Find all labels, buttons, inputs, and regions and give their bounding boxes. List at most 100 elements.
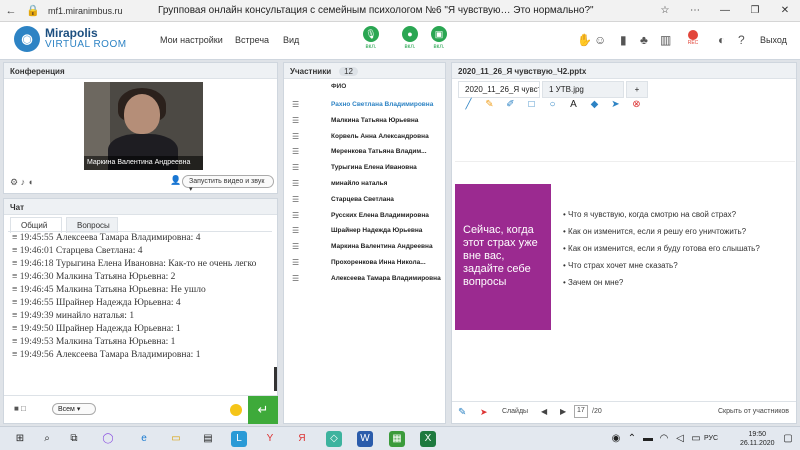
column-header-name[interactable]: ФИО <box>331 83 346 90</box>
app-icon[interactable]: ◇ <box>326 431 342 447</box>
lock-icon[interactable]: 🔒 <box>22 4 44 17</box>
menu-view[interactable]: Вид <box>283 35 299 45</box>
close-icon[interactable]: ✕ <box>770 5 800 16</box>
chat-message: ≡ 19:46:55 Шрайнер Надежда Юрьевна: 4 <box>12 298 181 308</box>
participant-row[interactable]: ☰ Алексеева Тамара Владимировна <box>284 271 445 287</box>
poll-icon[interactable]: ▮ <box>620 33 627 47</box>
exit-button[interactable]: Выход <box>760 35 787 45</box>
participant-row[interactable]: ☰ Маркина Валентина Андреевна <box>284 239 445 255</box>
back-icon[interactable]: ← <box>0 5 22 17</box>
menu-settings[interactable]: Мои настройки <box>160 35 223 45</box>
recipient-dropdown[interactable]: Всем ▾ <box>52 403 96 415</box>
pointer-icon[interactable]: ➤ <box>605 99 626 110</box>
yandex-browser-icon[interactable]: Y <box>262 431 278 447</box>
participant-row[interactable]: ☰ Рахно Светлана Владимировна <box>284 97 445 113</box>
page-input[interactable]: 17 <box>574 405 588 418</box>
rectangle-icon[interactable]: □ <box>521 99 542 110</box>
participant-row[interactable]: ☰ Русских Елена Владимировна <box>284 208 445 224</box>
store-icon[interactable]: ▤ <box>200 431 216 447</box>
minimize-icon[interactable]: — <box>710 5 740 16</box>
add-tab-button[interactable]: + <box>626 81 648 98</box>
text-color-icon[interactable]: ■ □ <box>14 404 26 413</box>
browser-bar: ← 🔒 mf1.miranimbus.ru Групповая онлайн к… <box>0 0 800 22</box>
clear-icon[interactable]: ⊗ <box>626 99 647 110</box>
sheets-icon[interactable]: ▦ <box>389 431 405 447</box>
participant-row[interactable]: ☰ Меренкова Татьяна Владим... <box>284 144 445 160</box>
screen-toggle[interactable]: ▣ вкл. <box>428 26 450 50</box>
tab-image[interactable]: 1 УТВ.jpg <box>542 81 624 98</box>
camera-settings-icon[interactable]: ⚙ <box>10 177 18 187</box>
wifi-icon[interactable]: ◠ <box>656 431 672 447</box>
participant-row[interactable]: ☰ Корвель Анна Александровна <box>284 129 445 145</box>
chat-title: Чат <box>4 199 277 215</box>
alice-icon[interactable]: ◯ <box>100 431 116 447</box>
keyboard-icon[interactable]: ▭ <box>688 431 704 447</box>
participant-row[interactable]: ☰ Шрайнер Надежда Юрьевна <box>284 223 445 239</box>
ellipse-icon[interactable]: ○ <box>542 99 563 110</box>
webcam-toggle[interactable]: ● вкл. <box>399 26 421 50</box>
pen-icon[interactable]: ╱ <box>458 99 479 110</box>
excel-icon[interactable]: X <box>420 431 436 447</box>
users-icon[interactable]: ♣ <box>640 33 648 47</box>
microphone-toggle[interactable]: 🎙 вкл. <box>360 26 382 50</box>
more-icon[interactable]: ⋯ <box>680 5 710 16</box>
laser-pointer-icon[interactable]: ➤ <box>480 407 488 418</box>
explorer-icon[interactable]: ▭ <box>168 431 184 447</box>
logo-line1: Mirapolis <box>45 26 98 40</box>
volume-icon[interactable]: ◁ <box>672 431 688 447</box>
send-button[interactable]: ↵ <box>248 396 278 424</box>
chat-scrollbar[interactable] <box>274 367 277 391</box>
prev-slide-icon[interactable]: ◀ <box>541 407 547 416</box>
raise-hand-icon[interactable]: ✋ <box>577 33 592 47</box>
menu-icon: ☰ <box>292 115 300 125</box>
language-indicator[interactable]: РУС <box>704 435 718 442</box>
yandex-icon[interactable]: Я <box>294 431 310 447</box>
chat-log[interactable]: ≡ 19:45:55 Алексеева Тамара Владимировна… <box>8 231 272 393</box>
search-icon[interactable]: ⌕ <box>39 431 55 447</box>
participant-row[interactable]: ☰ Малкина Татьяна Юрьевна <box>284 113 445 129</box>
participant-row[interactable]: ☰ Прохоренкова Инна Никола... <box>284 255 445 271</box>
l-app-icon[interactable]: L <box>231 431 247 447</box>
task-view-icon[interactable]: ⧉ <box>66 431 82 447</box>
help-icon[interactable]: ? <box>738 33 745 47</box>
chat-message: ≡ 19:46:01 Старцева Светлана: 4 <box>12 246 143 256</box>
pen-icon[interactable]: ✎ <box>458 407 466 418</box>
tab-presentation[interactable]: 2020_11_26_Я чувствую_... <box>458 81 540 98</box>
battery-icon[interactable]: ▬ <box>640 431 656 447</box>
restore-icon[interactable]: ❐ <box>740 5 770 16</box>
menu-icon: ☰ <box>292 131 300 141</box>
chat-input[interactable] <box>101 400 223 418</box>
speaker-settings-icon[interactable]: ◖ <box>28 177 33 187</box>
windows-start-icon[interactable]: ⊞ <box>12 431 28 447</box>
russian-flag-icon[interactable]: ◐ <box>718 33 725 47</box>
next-slide-icon[interactable]: ▶ <box>560 407 566 416</box>
system-clock[interactable]: 19:50 26.11.2020 <box>740 430 775 448</box>
network-icon[interactable]: ⌃ <box>624 431 640 447</box>
emoji-icon[interactable] <box>230 404 242 416</box>
edge-icon[interactable]: e <box>136 431 152 447</box>
menu-meeting[interactable]: Встреча <box>235 35 269 45</box>
fill-icon[interactable]: ◆ <box>584 99 605 110</box>
hide-from-participants-button[interactable]: Скрыть от участников <box>718 408 789 415</box>
participant-row[interactable]: ☰ Старцева Светлана <box>284 192 445 208</box>
video-tile[interactable]: Маркина Валентина Андреевна <box>84 82 203 170</box>
url-field[interactable]: mf1.miranimbus.ru <box>48 6 158 16</box>
text-icon[interactable]: A <box>563 99 584 110</box>
user-icon[interactable]: ◉ <box>608 431 624 447</box>
word-icon[interactable]: W <box>357 431 373 447</box>
record-button[interactable]: REC <box>684 30 702 50</box>
logo-line2: VIRTUAL ROOM <box>45 39 127 50</box>
participant-row[interactable]: ☰ Турыгина Елена Ивановна <box>284 160 445 176</box>
user-icon: 👤 <box>170 175 182 185</box>
participant-row[interactable]: ☰ минайло наталья <box>284 176 445 192</box>
mic-settings-icon[interactable]: ♪ <box>21 177 26 187</box>
highlighter-icon[interactable]: ✎ <box>479 99 500 110</box>
bookmark-icon[interactable]: ☆ <box>650 5 680 16</box>
layout-icon[interactable]: ▥ <box>660 33 671 47</box>
participants-title: Участники <box>290 67 332 76</box>
start-video-dropdown[interactable]: Запустить видео и звук ▾ <box>182 175 274 193</box>
notifications-icon[interactable]: ▢ <box>780 431 796 447</box>
marker-icon[interactable]: ✐ <box>500 99 521 110</box>
emoji-icon[interactable]: ☺ <box>594 33 606 47</box>
slide-canvas[interactable]: Сейчас, когда этот страх уже вне вас, за… <box>455 161 795 349</box>
